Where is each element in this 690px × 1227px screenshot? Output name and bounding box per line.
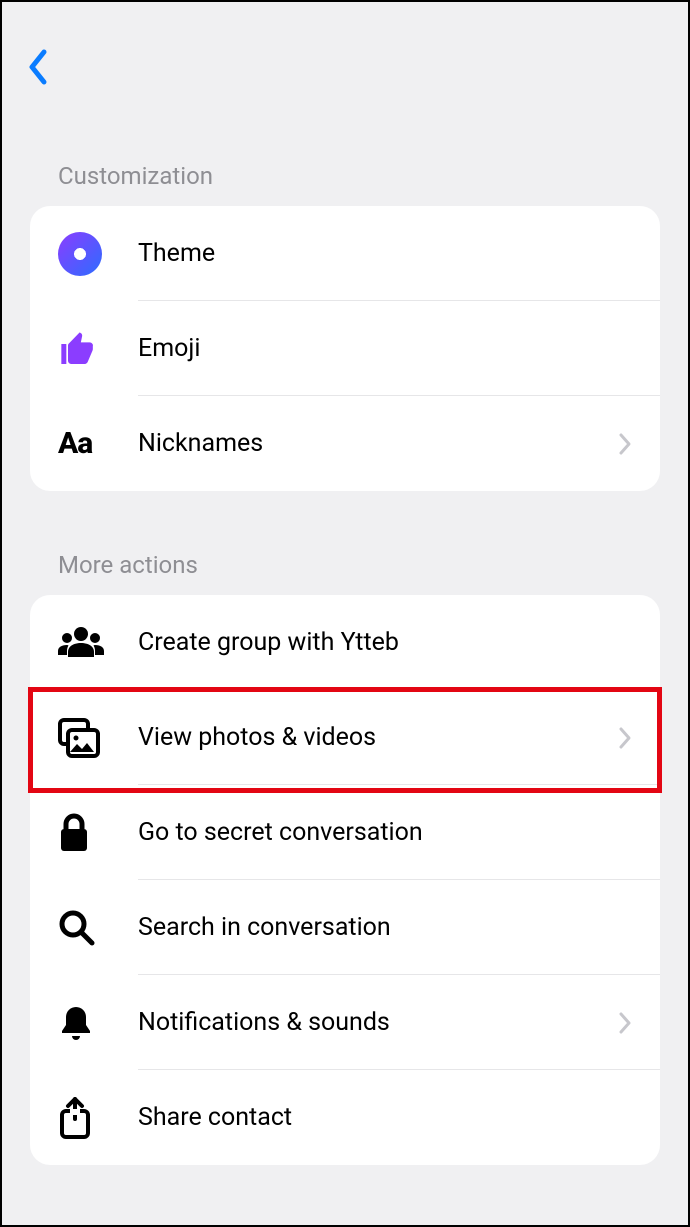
row-label: Nicknames (138, 429, 618, 458)
group-icon (58, 625, 104, 661)
chevron-right-icon (618, 432, 632, 456)
row-create-group[interactable]: Create group with Ytteb (30, 595, 660, 690)
row-share-contact[interactable]: Share contact (30, 1070, 660, 1165)
search-icon (58, 909, 96, 947)
back-button[interactable] (26, 45, 70, 89)
row-label: Share contact (138, 1103, 632, 1132)
section-title-more-actions: More actions (2, 551, 688, 595)
text-aa-icon: Aa (58, 426, 92, 461)
row-label: Search in conversation (138, 913, 632, 942)
photos-icon (58, 718, 100, 758)
row-search-conversation[interactable]: Search in conversation (30, 880, 660, 975)
row-label: Create group with Ytteb (138, 628, 632, 657)
chevron-right-icon (618, 726, 632, 750)
lock-icon (58, 813, 90, 853)
section-title-customization: Customization (2, 162, 688, 206)
row-label: Notifications & sounds (138, 1008, 618, 1037)
row-secret-conversation[interactable]: Go to secret conversation (30, 785, 660, 880)
chevron-left-icon (26, 48, 48, 86)
chat-settings-screen: Customization Theme Emoji Aa Nicknames (2, 2, 688, 1225)
customization-card: Theme Emoji Aa Nicknames (30, 206, 660, 491)
row-view-photos-videos[interactable]: View photos & videos (30, 690, 660, 785)
row-label: Theme (138, 239, 632, 268)
chevron-right-icon (618, 1011, 632, 1035)
share-icon (58, 1097, 92, 1139)
theme-icon (58, 232, 102, 276)
row-nicknames[interactable]: Aa Nicknames (30, 396, 660, 491)
thumbs-up-icon (58, 329, 98, 369)
row-notifications-sounds[interactable]: Notifications & sounds (30, 975, 660, 1070)
header (2, 32, 688, 102)
more-actions-card: Create group with Ytteb View photos & vi… (30, 595, 660, 1165)
bell-icon (58, 1003, 94, 1043)
row-label: Emoji (138, 334, 632, 363)
row-label: Go to secret conversation (138, 818, 632, 847)
row-theme[interactable]: Theme (30, 206, 660, 301)
row-label: View photos & videos (138, 723, 618, 752)
row-emoji[interactable]: Emoji (30, 301, 660, 396)
